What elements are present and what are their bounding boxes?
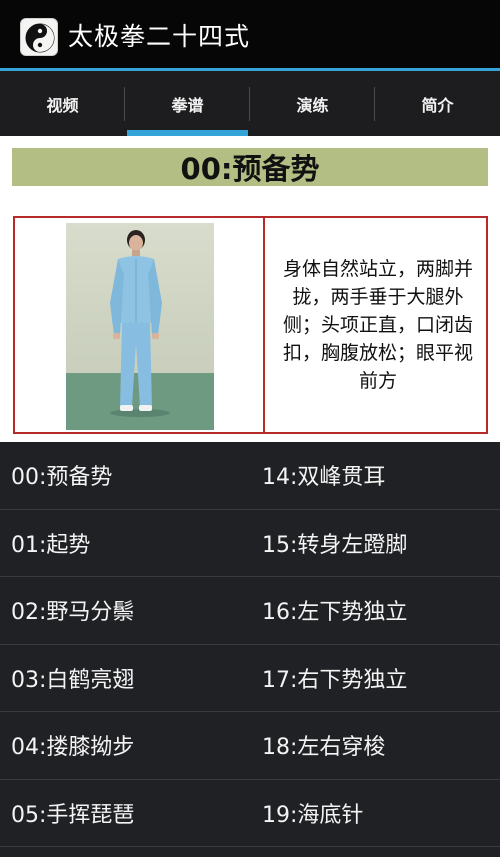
list-item[interactable]: 03:白鹤亮翅 bbox=[0, 662, 250, 694]
yin-yang-icon[interactable] bbox=[20, 18, 58, 56]
tab-label: 演练 bbox=[296, 95, 329, 115]
app-title: 太极拳二十四式 bbox=[68, 22, 251, 51]
list-item[interactable]: 04:搂膝拗步 bbox=[0, 729, 250, 761]
tab-label: 简介 bbox=[421, 95, 454, 115]
tab-practice[interactable]: 演练 bbox=[250, 71, 375, 136]
list-item[interactable]: 01:起势 bbox=[0, 527, 250, 559]
list-row: 01:起势 15:转身左蹬脚 bbox=[0, 510, 500, 577]
tab-label: 视频 bbox=[46, 95, 79, 115]
list-item[interactable]: 02:野马分鬃 bbox=[0, 594, 250, 626]
pose-divider bbox=[263, 218, 265, 432]
tab-intro[interactable]: 简介 bbox=[375, 71, 500, 136]
tab-video[interactable]: 视频 bbox=[0, 71, 125, 136]
list-item[interactable]: 05:手挥琵琶 bbox=[0, 797, 250, 829]
list-item[interactable]: 17:右下势独立 bbox=[250, 662, 500, 694]
list-item[interactable]: 15:转身左蹬脚 bbox=[250, 527, 500, 559]
list-item[interactable]: 14:双峰贯耳 bbox=[250, 459, 500, 491]
tab-label: 拳谱 bbox=[171, 95, 204, 115]
list-item[interactable]: 16:左下势独立 bbox=[250, 594, 500, 626]
list-row: 03:白鹤亮翅 17:右下势独立 bbox=[0, 645, 500, 712]
pose-photo bbox=[66, 223, 214, 430]
list-row: 00:预备势 14:双峰贯耳 bbox=[0, 442, 500, 510]
pose-description: 身体自然站立，两脚并拢，两手垂于大腿外侧；头项正直，口闭齿扣，胸腹放松；眼平视前… bbox=[282, 258, 473, 392]
list-item[interactable]: 19:海底针 bbox=[250, 797, 500, 829]
list-item[interactable]: 18:左右穿梭 bbox=[250, 729, 500, 761]
moves-list: 00:预备势 14:双峰贯耳 01:起势 15:转身左蹬脚 02:野马分鬃 16… bbox=[0, 442, 500, 857]
tab-manual[interactable]: 拳谱 bbox=[125, 71, 250, 136]
tab-bar: 视频 拳谱 演练 简介 bbox=[0, 71, 500, 136]
pose-detail: 00:预备势 身体自然站立，两脚并拢，两手垂于大腿外侧；头项正直，口闭齿扣，胸腹… bbox=[0, 136, 500, 442]
list-row: 05:手挥琵琶 19:海底针 bbox=[0, 780, 500, 847]
list-row: 02:野马分鬃 16:左下势独立 bbox=[0, 577, 500, 645]
action-bar: 太极拳二十四式 bbox=[0, 0, 500, 71]
list-item[interactable]: 00:预备势 bbox=[0, 459, 250, 491]
pose-title: 00:预备势 bbox=[12, 148, 488, 186]
list-row: 04:搂膝拗步 18:左右穿梭 bbox=[0, 712, 500, 780]
pose-frame: 身体自然站立，两脚并拢，两手垂于大腿外侧；头项正直，口闭齿扣，胸腹放松；眼平视前… bbox=[13, 216, 488, 434]
